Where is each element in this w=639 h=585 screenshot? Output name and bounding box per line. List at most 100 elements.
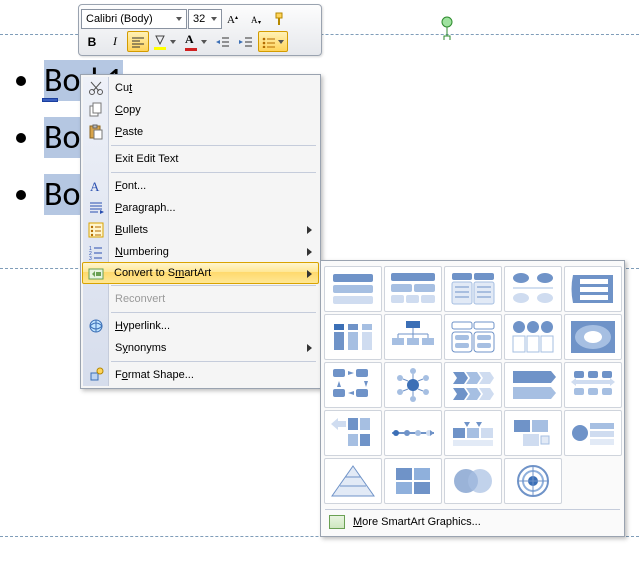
smartart-thumbnail[interactable]	[384, 410, 442, 456]
align-button[interactable]	[127, 31, 149, 52]
increase-indent-button[interactable]	[235, 31, 257, 52]
svg-text:▾: ▾	[258, 20, 261, 26]
font-size-combo[interactable]: 32	[188, 9, 222, 29]
bold-button[interactable]: B	[81, 31, 103, 52]
menu-label: Hyperlink...	[115, 320, 170, 332]
rotate-handle-icon[interactable]	[435, 16, 459, 40]
list-item-text: Bo	[44, 117, 80, 158]
smartart-thumbnail[interactable]	[444, 266, 502, 312]
menu-item-paste[interactable]: Paste	[83, 121, 318, 143]
smartart-thumbnail[interactable]	[564, 410, 622, 456]
smartart-icon	[88, 266, 104, 282]
font-size-value: 32	[193, 13, 205, 25]
menu-item-cut[interactable]: Cut	[83, 77, 318, 99]
scissors-icon	[88, 80, 104, 96]
menu-item-synonyms[interactable]: Synonyms	[83, 337, 318, 359]
menu-separator	[111, 361, 316, 362]
highlight-color-button[interactable]	[150, 31, 180, 52]
smartart-thumbnail[interactable]	[504, 458, 562, 504]
shrink-font-button[interactable]: A▾	[246, 8, 268, 29]
mini-toolbar: Calibri (Body) 32 A▴ A▾ B I A	[78, 4, 322, 56]
svg-text:3: 3	[89, 256, 92, 260]
hyperlink-icon	[88, 318, 104, 334]
smartart-thumbnail[interactable]	[564, 266, 622, 312]
chevron-down-icon	[170, 40, 176, 44]
smartart-thumbnail[interactable]	[444, 410, 502, 456]
smartart-thumbnail[interactable]	[444, 458, 502, 504]
menu-label: Numbering	[115, 246, 169, 258]
menu-separator	[111, 172, 316, 173]
smartart-thumbnail[interactable]	[324, 458, 382, 504]
chevron-down-icon	[278, 40, 284, 44]
smartart-thumbnail[interactable]	[504, 314, 562, 360]
chevron-right-icon	[307, 270, 312, 278]
svg-text:▴: ▴	[235, 15, 238, 21]
font-name-combo[interactable]: Calibri (Body)	[81, 9, 187, 29]
context-menu: Cut Copy Paste Exit Edit Text A Font... …	[80, 74, 321, 389]
smartart-gallery: More SmartArt Graphics...	[320, 260, 625, 537]
format-painter-button[interactable]	[269, 8, 291, 29]
menu-item-reconvert: Reconvert	[83, 288, 318, 310]
bullet-icon	[16, 190, 26, 200]
numbering-icon: 123	[88, 244, 104, 260]
menu-label: Cut	[115, 82, 132, 94]
more-smartart-graphics[interactable]: More SmartArt Graphics...	[323, 510, 622, 534]
menu-item-format-shape[interactable]: Format Shape...	[83, 364, 318, 386]
smartart-thumbnail[interactable]	[504, 266, 562, 312]
menu-item-bullets[interactable]: Bullets	[83, 219, 318, 241]
chevron-right-icon	[307, 248, 312, 256]
bullet-icon	[16, 76, 26, 86]
menu-label: Convert to SmartArt	[114, 267, 211, 279]
smartart-thumbnail[interactable]	[444, 362, 502, 408]
smartart-thumbnail[interactable]	[324, 266, 382, 312]
chevron-down-icon	[201, 40, 207, 44]
smartart-thumbnail[interactable]	[384, 314, 442, 360]
chevron-down-icon	[176, 17, 182, 21]
menu-item-copy[interactable]: Copy	[83, 99, 318, 121]
menu-item-hyperlink[interactable]: Hyperlink...	[83, 315, 318, 337]
svg-text:A: A	[90, 179, 100, 194]
grow-font-button[interactable]: A▴	[223, 8, 245, 29]
svg-text:A: A	[227, 14, 235, 26]
bullet-icon	[16, 133, 26, 143]
format-shape-icon	[88, 367, 104, 383]
smartart-thumbnail[interactable]	[504, 410, 562, 456]
chevron-right-icon	[307, 226, 312, 234]
smartart-thumbnail[interactable]	[564, 362, 622, 408]
menu-item-paragraph[interactable]: Paragraph...	[83, 197, 318, 219]
smartart-thumbnail[interactable]	[324, 362, 382, 408]
font-color-button[interactable]: A	[181, 31, 211, 52]
smartart-thumbnail[interactable]	[384, 266, 442, 312]
svg-text:A: A	[251, 15, 258, 25]
menu-separator	[111, 285, 316, 286]
smartart-thumbnail[interactable]	[324, 410, 382, 456]
chevron-right-icon	[307, 344, 312, 352]
selection-handle[interactable]	[42, 98, 58, 102]
decrease-indent-button[interactable]	[212, 31, 234, 52]
font-icon: A	[88, 178, 104, 194]
font-name-value: Calibri (Body)	[86, 13, 153, 25]
menu-label: Format Shape...	[115, 369, 194, 381]
smartart-icon	[329, 515, 345, 529]
menu-separator	[111, 312, 316, 313]
smartart-thumbnail[interactable]	[384, 362, 442, 408]
smartart-thumbnail[interactable]	[504, 362, 562, 408]
menu-item-exit-edit-text[interactable]: Exit Edit Text	[83, 148, 318, 170]
bullets-button[interactable]	[258, 31, 288, 52]
menu-label: Reconvert	[115, 293, 165, 305]
italic-button[interactable]: I	[104, 31, 126, 52]
smartart-thumbnail[interactable]	[384, 458, 442, 504]
smartart-thumbnail[interactable]	[444, 314, 502, 360]
paragraph-icon	[88, 200, 104, 216]
menu-label: Font...	[115, 180, 146, 192]
menu-label: More SmartArt Graphics...	[353, 516, 481, 528]
paste-icon	[88, 124, 104, 140]
smartart-thumbnail[interactable]	[564, 314, 622, 360]
menu-separator	[111, 145, 316, 146]
smartart-thumbnail[interactable]	[324, 314, 382, 360]
menu-item-numbering[interactable]: 123 Numbering	[83, 241, 318, 263]
copy-icon	[88, 102, 104, 118]
menu-item-font[interactable]: A Font...	[83, 175, 318, 197]
menu-item-convert-to-smartart[interactable]: Convert to SmartArt	[82, 262, 319, 284]
chevron-down-icon	[211, 17, 217, 21]
